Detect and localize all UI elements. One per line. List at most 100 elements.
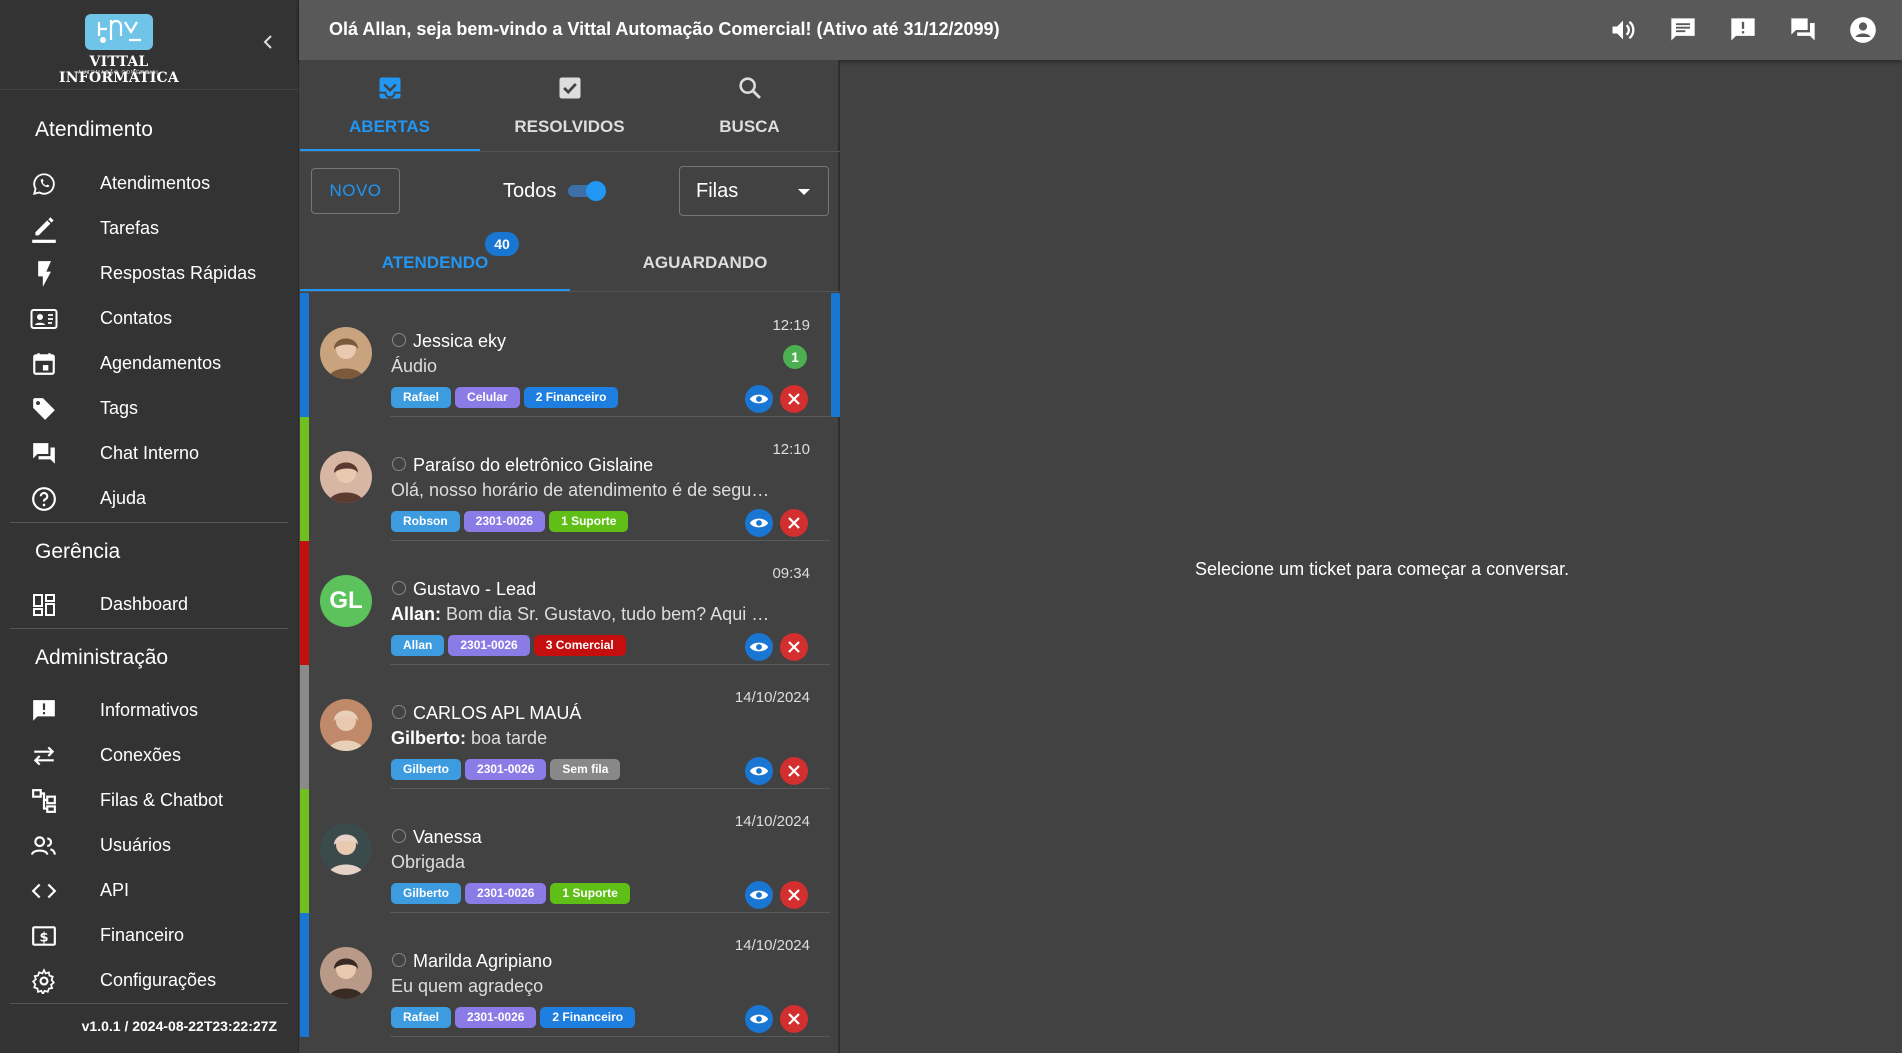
last-message: Olá, nosso horário de atendimento é de s… <box>391 480 771 501</box>
novo-button[interactable]: NOVO <box>311 168 400 214</box>
sidebar-item-configuracoes[interactable]: Configurações <box>0 958 299 1003</box>
close-ticket-button[interactable] <box>780 757 808 785</box>
sidebar-item-label: Conexões <box>100 745 182 765</box>
tab-label: RESOLVIDOS <box>514 117 625 136</box>
sidebar-item-ajuda[interactable]: Ajuda <box>0 476 299 521</box>
volume-icon[interactable] <box>1608 15 1638 45</box>
sidebar-item-label: API <box>100 880 130 900</box>
todos-toggle[interactable] <box>568 181 606 201</box>
view-ticket-button[interactable] <box>745 633 773 661</box>
avatar: GL <box>320 575 372 627</box>
view-ticket-button[interactable] <box>745 1005 773 1033</box>
ticket-time: 14/10/2024 <box>734 937 810 954</box>
sidebar-item-usuarios[interactable]: Usuários <box>0 823 299 868</box>
sidebar-item-chat-interno[interactable]: Chat Interno <box>0 431 299 476</box>
sidebar-item-api[interactable]: API <box>0 868 299 913</box>
money-icon: $ <box>30 922 58 950</box>
ticket-tags: Gilberto 2301-0026 Sem fila <box>391 759 621 780</box>
sidebar-item-label: Tags <box>100 398 139 418</box>
sidebar-item-filas-chatbot[interactable]: Filas & Chatbot <box>0 778 299 823</box>
contact-name: Jessica eky <box>413 331 507 351</box>
sidebar-item-label: Informativos <box>100 700 199 720</box>
dashboard-icon <box>30 591 58 619</box>
sidebar-item-informativos[interactable]: Informativos <box>0 688 299 733</box>
ticket-row[interactable]: CARLOS APL MAUÁ Gilberto: boa tarde 14/10/… <box>300 665 840 789</box>
ticket-tags: Allan 2301-0026 3 Comercial <box>391 635 626 656</box>
search-icon <box>736 74 764 102</box>
tab-abertas[interactable]: ABERTAS <box>300 60 479 150</box>
eye-icon <box>749 518 769 528</box>
tag-chip: 3 Comercial <box>533 635 626 656</box>
subtab-indicator <box>300 289 570 291</box>
tag-chip: 2301-0026 <box>465 759 547 780</box>
avatar <box>320 947 372 999</box>
section-gerencia: Gerência <box>35 540 121 563</box>
sidebar-item-tags[interactable]: Tags <box>0 386 299 431</box>
close-icon <box>788 517 800 529</box>
close-ticket-button[interactable] <box>780 509 808 537</box>
tag-chip: Sem fila <box>550 759 621 780</box>
contacts-icon <box>30 305 58 333</box>
sidebar-item-dashboard[interactable]: Dashboard <box>0 582 299 627</box>
tickets-panel: ABERTAS RESOLVIDOS BUSCA NOVO Todos Fila… <box>300 60 840 1053</box>
ticket-row[interactable]: Vanessa Obrigada 14/10/2024 Gilberto 2301-00… <box>300 789 840 913</box>
whatsapp-icon <box>392 581 406 595</box>
sidebar-item-conexoes[interactable]: Conexões <box>0 733 299 778</box>
tag-icon <box>30 395 58 423</box>
inbox-icon <box>376 74 404 102</box>
ticket-row[interactable]: GL Gustavo - Lead Allan: Bom dia Sr. Gusta… <box>300 541 840 665</box>
sidebar-item-contatos[interactable]: Contatos <box>0 296 299 341</box>
close-ticket-button[interactable] <box>780 385 808 413</box>
tab-aguardando[interactable]: AGUARDANDO <box>570 232 840 292</box>
close-ticket-button[interactable] <box>780 633 808 661</box>
tag-chip: 1 Suporte <box>550 883 630 904</box>
queue-color-bar <box>300 913 309 1037</box>
last-message: Allan: Bom dia Sr. Gustavo, tudo bem? Aq… <box>391 604 771 625</box>
chat-icon[interactable] <box>1668 15 1698 45</box>
close-icon <box>788 1013 800 1025</box>
ticket-time: 09:34 <box>772 565 810 582</box>
checkbox-icon <box>556 74 584 102</box>
tab-resolvidos[interactable]: RESOLVIDOS <box>480 60 659 150</box>
tag-chip: 1 Suporte <box>549 511 629 532</box>
sidebar-item-label: Tarefas <box>100 218 160 238</box>
sidebar-item-agendamentos[interactable]: Agendamentos <box>0 341 299 386</box>
close-icon <box>788 765 800 777</box>
sidebar-item-tarefas[interactable]: Tarefas <box>0 206 299 251</box>
ticket-row[interactable]: Paraíso do eletrônico Gislaine Olá, nosso… <box>300 417 840 541</box>
ticket-row[interactable]: Marilda Agripiano Eu quem agradeço 14/10/2… <box>300 913 840 1037</box>
topbar-actions <box>1608 15 1878 45</box>
chevron-left-icon[interactable] <box>256 30 280 54</box>
close-ticket-button[interactable] <box>780 881 808 909</box>
tab-label: BUSCA <box>719 117 780 136</box>
tag-chip: 2301-0026 <box>448 635 530 656</box>
tab-busca[interactable]: BUSCA <box>660 60 839 150</box>
queue-color-bar <box>300 789 309 913</box>
filas-select[interactable]: Filas <box>679 166 829 216</box>
sidebar-item-label: Financeiro <box>100 925 185 945</box>
ticket-row[interactable]: Jessica eky Áudio 12:19 1 Rafael Celular 2 Fin… <box>300 293 840 417</box>
sidebar-item-label: Usuários <box>100 835 172 855</box>
logo: VITTAL INFORMÁTICA AUTOMAÇÃO COMERCIAL <box>30 12 208 86</box>
todos-label: Todos <box>503 180 557 202</box>
tab-label: ABERTAS <box>349 117 430 136</box>
view-ticket-button[interactable] <box>745 757 773 785</box>
close-ticket-button[interactable] <box>780 1005 808 1033</box>
sidebar-item-label: Agendamentos <box>100 353 222 373</box>
message-text: Olá, nosso horário de atendimento é de s… <box>391 480 771 500</box>
message-sender: Allan: <box>391 604 442 624</box>
sidebar-item-atendimentos[interactable]: Atendimentos <box>0 161 299 206</box>
view-ticket-button[interactable] <box>745 509 773 537</box>
announcement-icon[interactable] <box>1728 15 1758 45</box>
view-ticket-button[interactable] <box>745 385 773 413</box>
flash-icon <box>30 260 58 288</box>
tag-chip: 2301-0026 <box>455 1007 537 1028</box>
view-ticket-button[interactable] <box>745 881 773 909</box>
sidebar-item-respostas-rapidas[interactable]: Respostas Rápidas <box>0 251 299 296</box>
sidebar-item-financeiro[interactable]: $ Financeiro <box>0 913 299 958</box>
forum-icon[interactable] <box>1788 15 1818 45</box>
account-circle-icon[interactable] <box>1848 15 1878 45</box>
ticket-time: 12:10 <box>772 441 810 458</box>
tab-atendendo[interactable]: ATENDENDO 40 <box>300 232 570 292</box>
tag-chip: Celular <box>455 387 520 408</box>
